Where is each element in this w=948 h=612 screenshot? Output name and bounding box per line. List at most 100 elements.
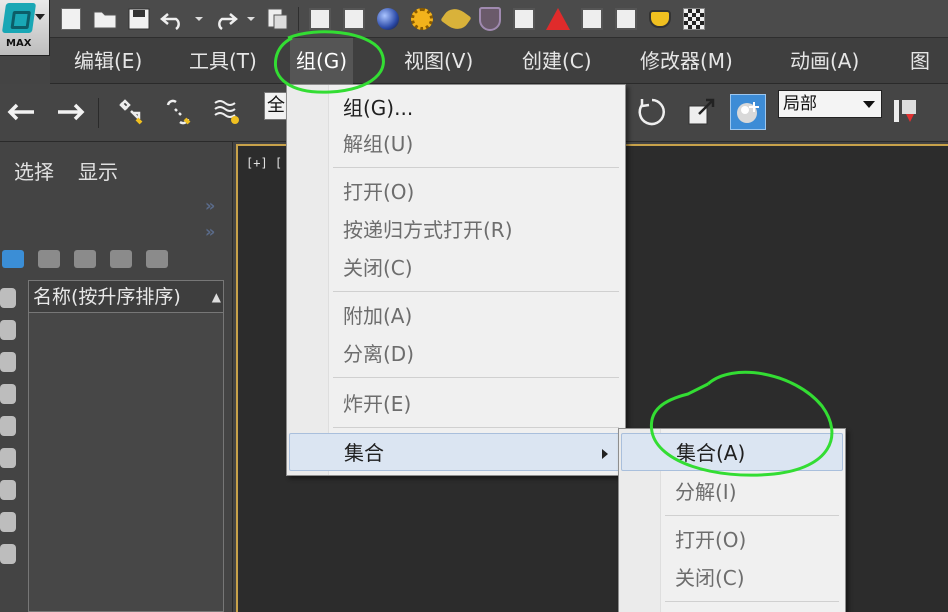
redo-button[interactable]: [212, 6, 238, 32]
window-button-3[interactable]: [511, 6, 537, 32]
menu-separator: [333, 377, 619, 378]
unlink-icon: [166, 99, 191, 125]
double-chevron-icon[interactable]: »: [205, 196, 215, 215]
window-button-2[interactable]: [341, 6, 367, 32]
scene-object-list[interactable]: 名称(按升序排序) ▲: [28, 280, 224, 612]
render-icon: [440, 3, 472, 35]
redo-icon: [218, 13, 238, 30]
teapot-render-button[interactable]: [647, 6, 673, 32]
application-menu-button[interactable]: MAX: [0, 0, 50, 56]
menu-item-group[interactable]: 组(G)...: [287, 89, 625, 127]
checker-button[interactable]: [681, 6, 707, 32]
tab-select[interactable]: 选择: [14, 156, 54, 186]
menu-modifiers[interactable]: 修改器(M): [634, 38, 739, 84]
pivot-center-icon: [894, 100, 916, 122]
menu-item-assembly[interactable]: 集合: [289, 433, 623, 471]
select-and-place-button[interactable]: [730, 94, 766, 130]
camera-filter-icon[interactable]: [146, 250, 168, 268]
redo-dropdown[interactable]: [246, 6, 256, 32]
helpers-icon[interactable]: [0, 416, 16, 436]
menu-separator: [333, 427, 619, 428]
render-setup-button[interactable]: [409, 6, 435, 32]
menu-edit[interactable]: 编辑(E): [68, 38, 148, 84]
select-and-rotate-button[interactable]: [634, 94, 670, 130]
menu-item-assemble[interactable]: 集合(A): [621, 433, 843, 471]
spacewarps-icon[interactable]: [0, 448, 16, 468]
tab-display[interactable]: 显示: [78, 156, 118, 186]
max-logo-icon: [1, 3, 37, 33]
checker-icon: [683, 8, 705, 30]
triangle-render-icon: [546, 8, 570, 30]
render-setup-icon: [411, 8, 433, 30]
select-and-link-button[interactable]: [112, 94, 148, 130]
app-window: MAX 编辑(E) 工具(T) 组(G) 视图(V) 创建(C) 修改器(M) …: [0, 0, 948, 612]
lights-icon[interactable]: [0, 352, 16, 372]
bones-icon[interactable]: [0, 544, 16, 564]
name-column-header[interactable]: 名称(按升序排序) ▲: [29, 281, 223, 313]
menu-views[interactable]: 视图(V): [398, 38, 479, 84]
open-file-button[interactable]: [92, 6, 118, 32]
sphere-icon: [377, 8, 399, 30]
double-chevron-icon[interactable]: »: [205, 222, 215, 241]
menu-item-explode[interactable]: 炸开(E): [287, 385, 625, 423]
quick-render-button[interactable]: [545, 6, 571, 32]
menu-tools[interactable]: 工具(T): [183, 38, 263, 84]
menu-item-attach[interactable]: 附加(A): [287, 297, 625, 335]
material-editor-button[interactable]: [375, 6, 401, 32]
menu-item-disassemble[interactable]: 分解(I): [619, 473, 845, 511]
shapes-icon[interactable]: [0, 320, 16, 340]
menu-item-close[interactable]: 关闭(C): [287, 249, 625, 287]
menu-item-close[interactable]: 关闭(C): [619, 559, 845, 597]
menu-item-open[interactable]: 打开(O): [287, 173, 625, 211]
xrefs-icon[interactable]: [0, 512, 16, 532]
window-button-5[interactable]: [613, 6, 639, 32]
new-file-button[interactable]: [58, 6, 84, 32]
reference-coordinate-system-dropdown[interactable]: 局部: [778, 90, 882, 118]
bind-space-warp-button[interactable]: [210, 94, 246, 130]
use-pivot-center-button[interactable]: [888, 94, 924, 130]
light-filter-icon[interactable]: [110, 250, 132, 268]
menu-separator: [333, 167, 619, 168]
window-button-4[interactable]: [579, 6, 605, 32]
menu-item-open[interactable]: 打开(O): [619, 521, 845, 559]
project-folder-icon: [267, 8, 288, 30]
redo-button[interactable]: [52, 94, 88, 130]
menu-create[interactable]: 创建(C): [516, 38, 598, 84]
undo-dropdown[interactable]: [194, 6, 204, 32]
save-button[interactable]: [126, 6, 152, 32]
unlink-selection-button[interactable]: [160, 94, 196, 130]
chevron-down-icon: [35, 14, 45, 20]
menu-item-ungroup[interactable]: 解组(U): [287, 125, 625, 163]
project-folder-button[interactable]: [264, 6, 290, 32]
render-shield-button[interactable]: [477, 6, 503, 32]
sort-ascending-icon: ▲: [211, 290, 221, 304]
window-button-1[interactable]: [307, 6, 333, 32]
select-and-scale-button[interactable]: [684, 94, 720, 130]
geometry-filter-icon[interactable]: [38, 250, 60, 268]
undo-button[interactable]: [160, 6, 186, 32]
app-logo-label: MAX: [6, 38, 32, 49]
scene-explorer-filter-icons: [0, 246, 168, 272]
chevron-down-icon: [863, 101, 875, 108]
menu-graph[interactable]: 图形: [904, 38, 948, 119]
save-icon: [128, 8, 150, 30]
render-frame-button[interactable]: [440, 3, 472, 35]
shield-icon: [479, 7, 501, 31]
sphere-icon[interactable]: [0, 288, 16, 308]
space-warp-icon: [214, 100, 239, 124]
name-column-label: 名称(按升序排序): [33, 286, 181, 308]
menu-group[interactable]: 组(G): [290, 38, 354, 84]
cameras-icon[interactable]: [0, 384, 16, 404]
group-menu: 组(G)... 解组(U) 打开(O) 按递归方式打开(R) 关闭(C) 附加(…: [286, 84, 626, 476]
menu-animation[interactable]: 动画(A): [784, 38, 865, 84]
window-icon: [309, 8, 331, 30]
groups-icon[interactable]: [0, 480, 16, 500]
viewport-label[interactable]: [+] [: [246, 156, 282, 170]
shape-filter-icon[interactable]: [74, 250, 96, 268]
undo-button[interactable]: [4, 94, 40, 130]
menu-item-detach[interactable]: 分离(D): [287, 335, 625, 373]
menu-item-assembly-label: 集合: [344, 441, 384, 465]
menu-item-open-recursively[interactable]: 按递归方式打开(R): [287, 211, 625, 249]
chevron-down-icon: [195, 17, 203, 21]
filter-icon[interactable]: [2, 250, 24, 268]
